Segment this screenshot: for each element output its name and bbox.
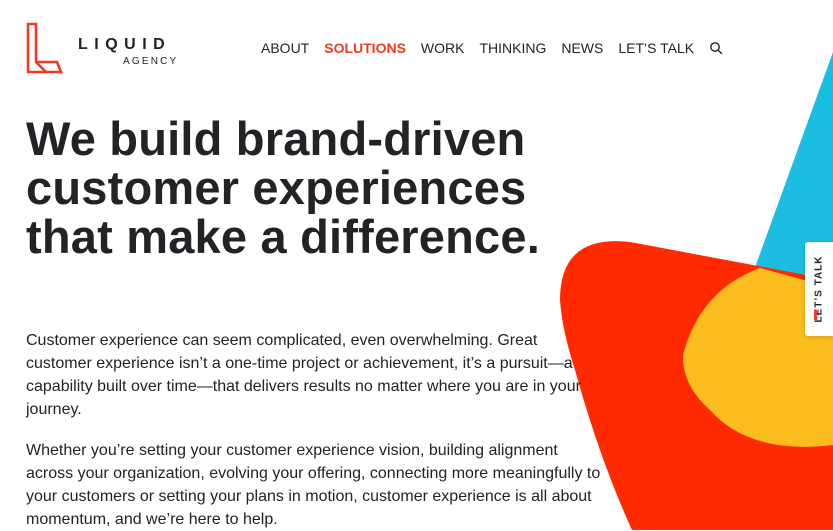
headline-line: We build brand-driven <box>26 112 526 165</box>
logo-subtitle: AGENCY <box>123 56 179 67</box>
hero-paragraph-2: Whether you’re setting your customer exp… <box>26 442 601 528</box>
site-header: LIQUID AGENCY ABOUT SOLUTIONS WORK THINK… <box>0 0 833 90</box>
logo[interactable]: LIQUID AGENCY <box>24 20 184 76</box>
nav-lets-talk[interactable]: LET’S TALK <box>618 39 694 57</box>
hero-headline: We build brand-driven customer experienc… <box>26 114 586 261</box>
nav-about[interactable]: ABOUT <box>261 39 309 57</box>
nav-work[interactable]: WORK <box>421 39 465 57</box>
nav-news[interactable]: NEWS <box>561 39 603 57</box>
headline-line: customer experiences <box>26 161 527 214</box>
nav-solutions[interactable]: SOLUTIONS <box>324 39 406 57</box>
lets-talk-accent-bar <box>814 310 817 320</box>
logo-wordmark: LIQUID <box>78 36 172 53</box>
hero-paragraph-1: Customer experience can seem complicated… <box>26 332 581 418</box>
main-nav: ABOUT SOLUTIONS WORK THINKING NEWS LET’S… <box>261 39 723 57</box>
nav-thinking[interactable]: THINKING <box>479 39 546 57</box>
hero: We build brand-driven customer experienc… <box>26 114 586 261</box>
search-icon[interactable] <box>709 41 723 55</box>
logo-mark-icon <box>26 22 63 74</box>
lets-talk-tab[interactable]: LET’S TALK <box>805 242 833 336</box>
headline-line: that make a difference. <box>26 210 540 263</box>
